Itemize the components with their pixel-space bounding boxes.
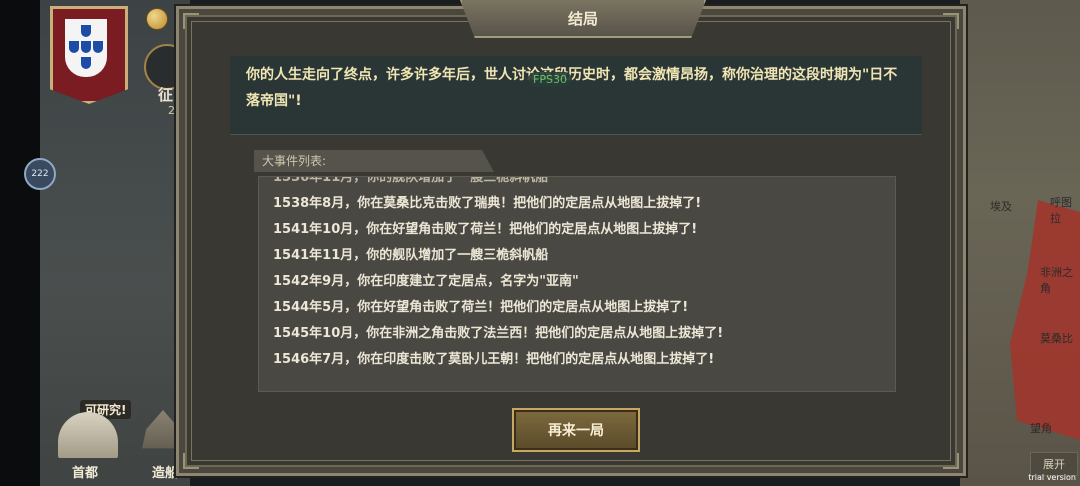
dialog-title: 结局 xyxy=(460,0,706,38)
frame-corner xyxy=(183,13,199,29)
list-item: 1538年8月，你在莫桑比克击败了瑞典！把他们的定居点从地图上拔掉了! xyxy=(273,196,702,211)
map-label: 非洲之角 xyxy=(1040,266,1073,295)
list-item: 1546年7月，你在印度击败了莫卧儿王朝！把他们的定居点从地图上拔掉了! xyxy=(273,352,715,367)
list-item: 1541年11月，你的舰队增加了一艘三桅斜帆船 xyxy=(273,248,549,263)
frame-corner xyxy=(183,453,199,469)
list-item: 1542年9月，你在印度建立了定居点，名字为"亚南" xyxy=(273,274,579,289)
trial-version-label: trial version xyxy=(1028,473,1076,482)
map-label: 莫桑比 xyxy=(1040,332,1073,345)
events-header: 大事件列表: xyxy=(254,150,494,172)
navy-label: 造船 xyxy=(152,466,179,481)
ending-intro-panel: 你的人生走向了终点，许多许多年后，世人讨论这段历史时，都会激情昂扬，称你治理的这… xyxy=(230,56,922,135)
frame-corner xyxy=(943,13,959,29)
events-list: 1536年11月，你的舰队增加了一艘三桅斜帆船 1538年8月，你在莫桑比克击败… xyxy=(273,176,724,373)
left-dark-strip xyxy=(0,0,40,486)
nation-flag[interactable] xyxy=(50,6,128,104)
portugal-shield-icon xyxy=(65,19,107,77)
list-item: 1545年10月，你在非洲之角击败了法兰西！把他们的定居点从地图上拔掉了! xyxy=(273,326,724,341)
events-scroll-panel[interactable]: 1536年11月，你的舰队增加了一艘三桅斜帆船 1538年8月，你在莫桑比克击败… xyxy=(258,176,896,392)
conquest-label: 征 xyxy=(158,86,174,104)
gold-coin-icon xyxy=(146,8,168,30)
side-menu-button[interactable]: 222 xyxy=(24,158,56,190)
list-item: 1544年5月，你在好望角击败了荷兰！把他们的定居点从地图上拔掉了! xyxy=(273,300,689,315)
list-item: 1541年10月，你在好望角击败了荷兰！把他们的定居点从地图上拔掉了! xyxy=(273,222,698,237)
map-label: 望角 xyxy=(1030,422,1052,435)
capital-label: 首都 xyxy=(72,466,99,481)
list-item: 1536年11月，你的舰队增加了一艘三桅斜帆船 xyxy=(273,176,549,185)
frame-corner xyxy=(943,453,959,469)
fps-overlay: FPS30 xyxy=(528,72,572,87)
ending-intro-text: 你的人生走向了终点，许多许多年后，世人讨论这段历史时，都会激情昂扬，称你治理的这… xyxy=(246,67,898,109)
map-label: 埃及 xyxy=(990,200,1012,213)
restart-button[interactable]: 再来一局 xyxy=(512,408,640,452)
map-label: 呼图拉 xyxy=(1050,196,1072,225)
